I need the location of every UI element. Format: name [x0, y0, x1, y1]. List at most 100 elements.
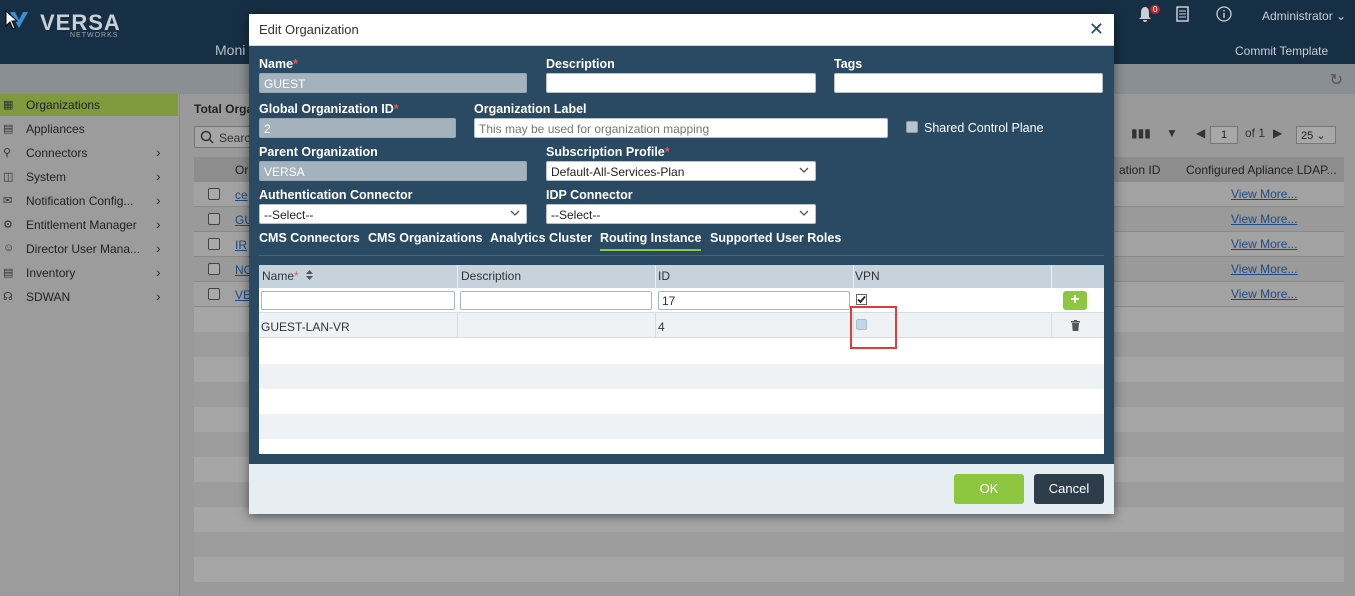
- column-header-org[interactable]: Or: [235, 163, 248, 177]
- table-row[interactable]: GUEST-LAN-VR 4: [259, 313, 1104, 338]
- empty-row: [259, 414, 1104, 439]
- parent-org-field: VERSA: [259, 161, 527, 181]
- columns-icon[interactable]: ▮▮▮: [1131, 126, 1151, 140]
- sidebar-item-connectors[interactable]: ⚲ Connectors ›: [0, 142, 178, 164]
- name-label-text: Name: [259, 57, 294, 71]
- view-more-link[interactable]: View More...: [1231, 212, 1297, 226]
- sidebar-item-sdwan[interactable]: ☊ SDWAN ›: [0, 286, 178, 308]
- organizations-icon: ▦: [3, 99, 14, 111]
- subscription-profile-select[interactable]: Default-All-Services-Plan: [546, 161, 816, 181]
- view-more-link[interactable]: View More...: [1231, 287, 1297, 301]
- total-organizations-label: Total Orga: [194, 102, 254, 116]
- new-vpn-checkbox[interactable]: [856, 294, 867, 305]
- info-icon[interactable]: [1216, 6, 1232, 25]
- chevron-right-icon: ›: [156, 144, 161, 160]
- page-count: of 1: [1245, 126, 1266, 140]
- tab-cms-organizations[interactable]: CMS Organizations: [368, 231, 483, 245]
- tab-routing-instance[interactable]: Routing Instance: [600, 231, 702, 251]
- sidebar-item-organizations[interactable]: ▦ Organizations: [0, 94, 178, 116]
- sidebar-item-director-user-mana[interactable]: ☺ Director User Mana... ›: [0, 238, 178, 260]
- refresh-icon[interactable]: ↻: [1330, 70, 1343, 90]
- column-header-ldap[interactable]: Configured Apliance LDAP...: [1186, 163, 1337, 177]
- tab-supported-user-roles[interactable]: Supported User Roles: [710, 231, 841, 245]
- org-label-field[interactable]: This may be used for organization mappin…: [474, 118, 888, 138]
- column-header-description[interactable]: Description: [461, 269, 521, 283]
- sidebar-item-label: Notification Config...: [26, 194, 134, 208]
- sidebar-item-appliances[interactable]: ▤ Appliances: [0, 118, 178, 140]
- search-placeholder: Searc: [219, 131, 251, 145]
- org-link[interactable]: ce: [235, 188, 248, 202]
- search-input[interactable]: Searc: [194, 126, 254, 148]
- column-separator: [1051, 265, 1052, 288]
- row-checkbox[interactable]: [208, 263, 220, 275]
- sidebar-item-notification-config[interactable]: ✉ Notification Config... ›: [0, 190, 178, 212]
- sidebar-item-entitlement-manager[interactable]: ⚙ Entitlement Manager ›: [0, 214, 178, 236]
- notification-icon: ✉: [3, 195, 13, 207]
- org-label-label: Organization Label: [474, 102, 587, 116]
- menu-monitor[interactable]: Moni: [215, 42, 245, 58]
- user-menu[interactable]: Administrator ⌄: [1262, 9, 1346, 23]
- new-id-input[interactable]: 17: [658, 291, 850, 310]
- idp-connector-value: --Select--: [551, 208, 601, 222]
- close-icon[interactable]: ✕: [1089, 19, 1104, 40]
- column-header-global-id[interactable]: ation ID: [1119, 163, 1160, 177]
- row-checkbox[interactable]: [208, 188, 220, 200]
- logo-subtext: NETWORKS: [70, 32, 119, 39]
- tags-field[interactable]: [834, 73, 1103, 93]
- sidebar-item-label: Connectors: [26, 146, 88, 160]
- row-name: GUEST-LAN-VR: [261, 320, 350, 334]
- shared-control-plane-checkbox[interactable]: [906, 121, 918, 133]
- view-more-link[interactable]: View More...: [1231, 237, 1297, 251]
- row-checkbox[interactable]: [208, 288, 220, 300]
- tab-analytics-cluster[interactable]: Analytics Cluster: [490, 231, 592, 245]
- prev-page-icon[interactable]: ◀: [1196, 126, 1205, 140]
- sort-icon[interactable]: [305, 269, 314, 281]
- mouse-cursor-icon: [5, 10, 19, 30]
- required-marker: *: [664, 145, 670, 159]
- auth-connector-value: --Select--: [264, 208, 314, 222]
- tab-cms-connectors[interactable]: CMS Connectors: [259, 231, 360, 245]
- row-checkbox[interactable]: [208, 238, 220, 250]
- document-icon[interactable]: [1176, 6, 1189, 25]
- description-label: Description: [546, 57, 615, 71]
- next-page-icon[interactable]: ▶: [1273, 126, 1282, 140]
- column-header-id[interactable]: ID: [658, 269, 670, 283]
- new-name-input[interactable]: [261, 291, 455, 310]
- new-description-input[interactable]: [460, 291, 652, 310]
- empty-row: [259, 364, 1104, 389]
- add-row-button[interactable]: +: [1063, 291, 1087, 310]
- column-separator: [457, 313, 458, 338]
- view-more-link[interactable]: View More...: [1231, 187, 1297, 201]
- sidebar-item-system[interactable]: ◫ System ›: [0, 166, 178, 188]
- dialog-title: Edit Organization: [259, 22, 359, 37]
- name-label: Name*: [259, 57, 298, 71]
- chevron-down-icon: ⌄: [1336, 9, 1347, 23]
- chevron-down-icon: ⌄: [1316, 130, 1326, 142]
- commit-template-link[interactable]: Commit Template: [1235, 44, 1328, 58]
- chevron-right-icon: ›: [156, 192, 161, 208]
- row-checkbox[interactable]: [208, 213, 220, 225]
- cancel-button[interactable]: Cancel: [1034, 474, 1104, 504]
- column-separator: [1051, 313, 1052, 338]
- page-size-select[interactable]: 25 ⌄: [1296, 126, 1336, 144]
- trash-icon[interactable]: [1071, 320, 1080, 331]
- subscription-profile-label: Subscription Profile*: [546, 145, 670, 159]
- dialog-tabs: CMS Connectors CMS Organizations Analyti…: [249, 226, 1114, 256]
- empty-row: [259, 339, 1104, 364]
- chevron-right-icon: ›: [156, 168, 161, 184]
- org-link[interactable]: IR: [235, 238, 247, 252]
- view-more-link[interactable]: View More...: [1231, 262, 1297, 276]
- chevron-right-icon: ›: [156, 216, 161, 232]
- description-field[interactable]: [546, 73, 816, 93]
- column-header-vpn[interactable]: VPN: [855, 269, 880, 283]
- gear-icon: ⚙: [3, 219, 13, 231]
- filter-icon[interactable]: ▼: [1166, 126, 1178, 140]
- auth-connector-select[interactable]: --Select--: [259, 204, 527, 224]
- idp-connector-select[interactable]: --Select--: [546, 204, 816, 224]
- page-number-input[interactable]: 1: [1210, 126, 1238, 144]
- versa-logo[interactable]: VERSA NETWORKS: [6, 6, 120, 39]
- column-header-name[interactable]: Name*: [262, 269, 299, 283]
- ok-button[interactable]: OK: [954, 474, 1024, 504]
- dialog-header: Edit Organization ✕: [249, 14, 1114, 46]
- sidebar-item-inventory[interactable]: ▤ Inventory ›: [0, 262, 178, 284]
